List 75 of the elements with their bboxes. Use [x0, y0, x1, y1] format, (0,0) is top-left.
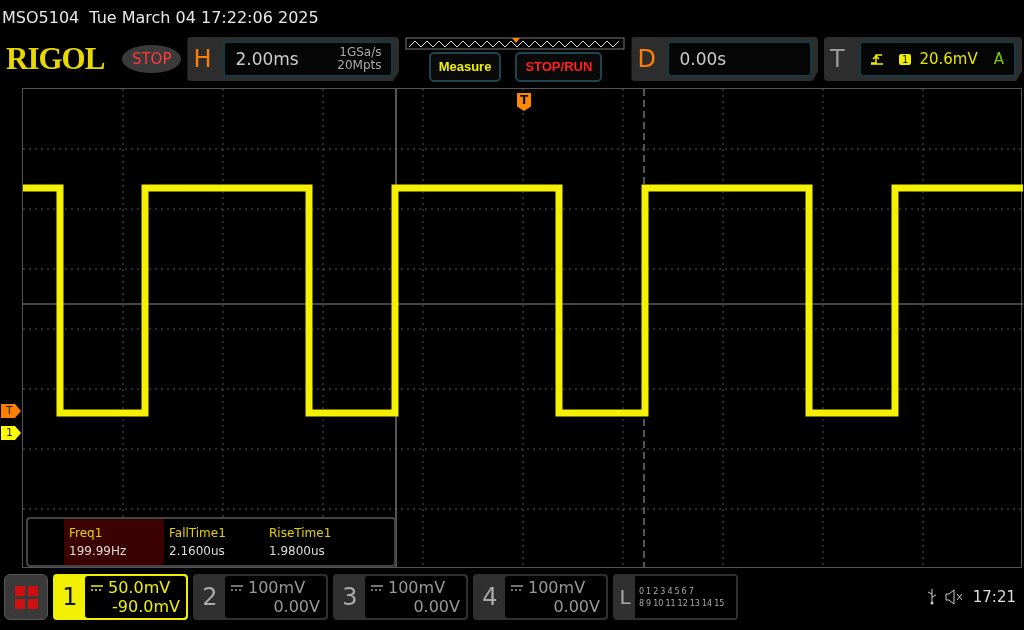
digital-channel-number: 6	[681, 586, 687, 596]
memory-depth: 20Mpts	[337, 59, 382, 72]
digital-channel-number: 4	[667, 586, 673, 596]
dc-coupling-icon	[91, 584, 103, 591]
run-state-badge: STOP	[121, 45, 182, 73]
measurement-item[interactable]: FallTime1 2.1600us	[164, 519, 264, 565]
horizontal-panel[interactable]: H 2.00ms 1GSa/s 20Mpts	[187, 37, 400, 81]
digital-channel-number: 15	[714, 598, 725, 608]
date-time: Tue March 04 17:22:06 2025	[89, 7, 319, 27]
delay-panel[interactable]: D 0.00s	[631, 37, 818, 81]
timebase-field[interactable]: 2.00ms 1GSa/s 20Mpts	[223, 41, 394, 77]
digital-channel-number: 13	[689, 598, 700, 608]
measurement-value: 199.99Hz	[69, 544, 128, 558]
channel-number: 3	[341, 583, 359, 611]
horizontal-label: H	[193, 45, 213, 73]
trigger-level: 20.6mV	[919, 50, 978, 68]
logic-tab[interactable]: L 0 1 2 3 4 5 6 7 8 9 10 11 12 13 14 15	[613, 574, 738, 620]
digital-channel-number: 5	[674, 586, 680, 596]
measurement-item[interactable]: Freq1 199.99Hz	[64, 519, 164, 565]
channel-tab[interactable]: 1 50.0mV -90.0mV	[53, 574, 188, 620]
digital-channel-number: 8	[639, 598, 645, 608]
delay-value: 0.00s	[679, 49, 727, 69]
speaker-muted-icon	[944, 589, 965, 605]
digital-channel-number: 11	[665, 598, 676, 608]
model-name: MSO5104	[2, 7, 80, 27]
channel-tab[interactable]: 4 100mV 0.00V	[473, 574, 608, 620]
brand-logo: RIGOL	[6, 41, 106, 77]
channel-number: 1	[61, 583, 79, 611]
dc-coupling-icon	[231, 584, 243, 591]
trigger-position-marker[interactable]: T	[517, 93, 531, 111]
channel-tab[interactable]: 2 100mV 0.00V	[193, 574, 328, 620]
digital-channel-number: 2	[653, 586, 659, 596]
stop-run-button[interactable]: STOP/RUN	[515, 51, 603, 82]
measurement-name: RiseTime1	[269, 526, 333, 540]
trigger-panel[interactable]: T 1 20.6mV A	[824, 37, 1022, 81]
menu-button[interactable]	[4, 574, 48, 620]
waveform-overview-icon	[405, 36, 626, 50]
dc-coupling-icon	[511, 584, 523, 591]
dc-coupling-icon	[371, 584, 383, 591]
measurement-item[interactable]: RiseTime1 1.9800us	[264, 519, 364, 565]
channel-tab[interactable]: 3 100mV 0.00V	[333, 574, 468, 620]
channel-offset: -90.0mV	[112, 597, 180, 616]
clock-time: 17:21	[972, 588, 1016, 606]
sample-rate: 1GSa/s	[339, 46, 382, 59]
usb-icon	[926, 589, 937, 605]
digital-channel-number: 9	[646, 598, 652, 608]
level-marker[interactable]: T	[1, 404, 21, 418]
measurement-name: FallTime1	[169, 526, 227, 540]
digital-channel-number: 12	[677, 598, 688, 608]
rising-edge-icon	[871, 53, 884, 65]
digital-channel-number: 14	[701, 598, 713, 608]
measurement-value: 2.1600us	[169, 544, 226, 558]
channel-scale: 50.0mV	[108, 578, 171, 597]
trigger-mode: A	[993, 50, 1004, 68]
channel-offset: 0.00V	[273, 597, 320, 616]
channel-number: 4	[481, 583, 499, 611]
digital-channel-number: 7	[688, 586, 694, 596]
channel-number: 2	[201, 583, 219, 611]
channel-scale: 100mV	[388, 578, 446, 597]
level-marker[interactable]: 1	[1, 426, 21, 440]
digital-channel-number: 0	[639, 586, 645, 596]
digital-channel-number: 1	[646, 586, 652, 596]
logic-label: L	[618, 585, 632, 609]
trigger-source: 1	[899, 53, 912, 65]
digital-channel-number: 10	[653, 598, 664, 608]
digital-channel-number: 3	[660, 586, 666, 596]
channel-scale: 100mV	[248, 578, 306, 597]
delay-label: D	[637, 45, 657, 73]
channel-scale: 100mV	[528, 578, 586, 597]
measure-button[interactable]: Measure	[428, 51, 502, 82]
measurement-name: Freq1	[69, 526, 104, 540]
channel-offset: 0.00V	[413, 597, 460, 616]
trigger-label: T	[830, 45, 846, 73]
measurement-value: 1.9800us	[269, 544, 326, 558]
channel-offset: 0.00V	[553, 597, 600, 616]
